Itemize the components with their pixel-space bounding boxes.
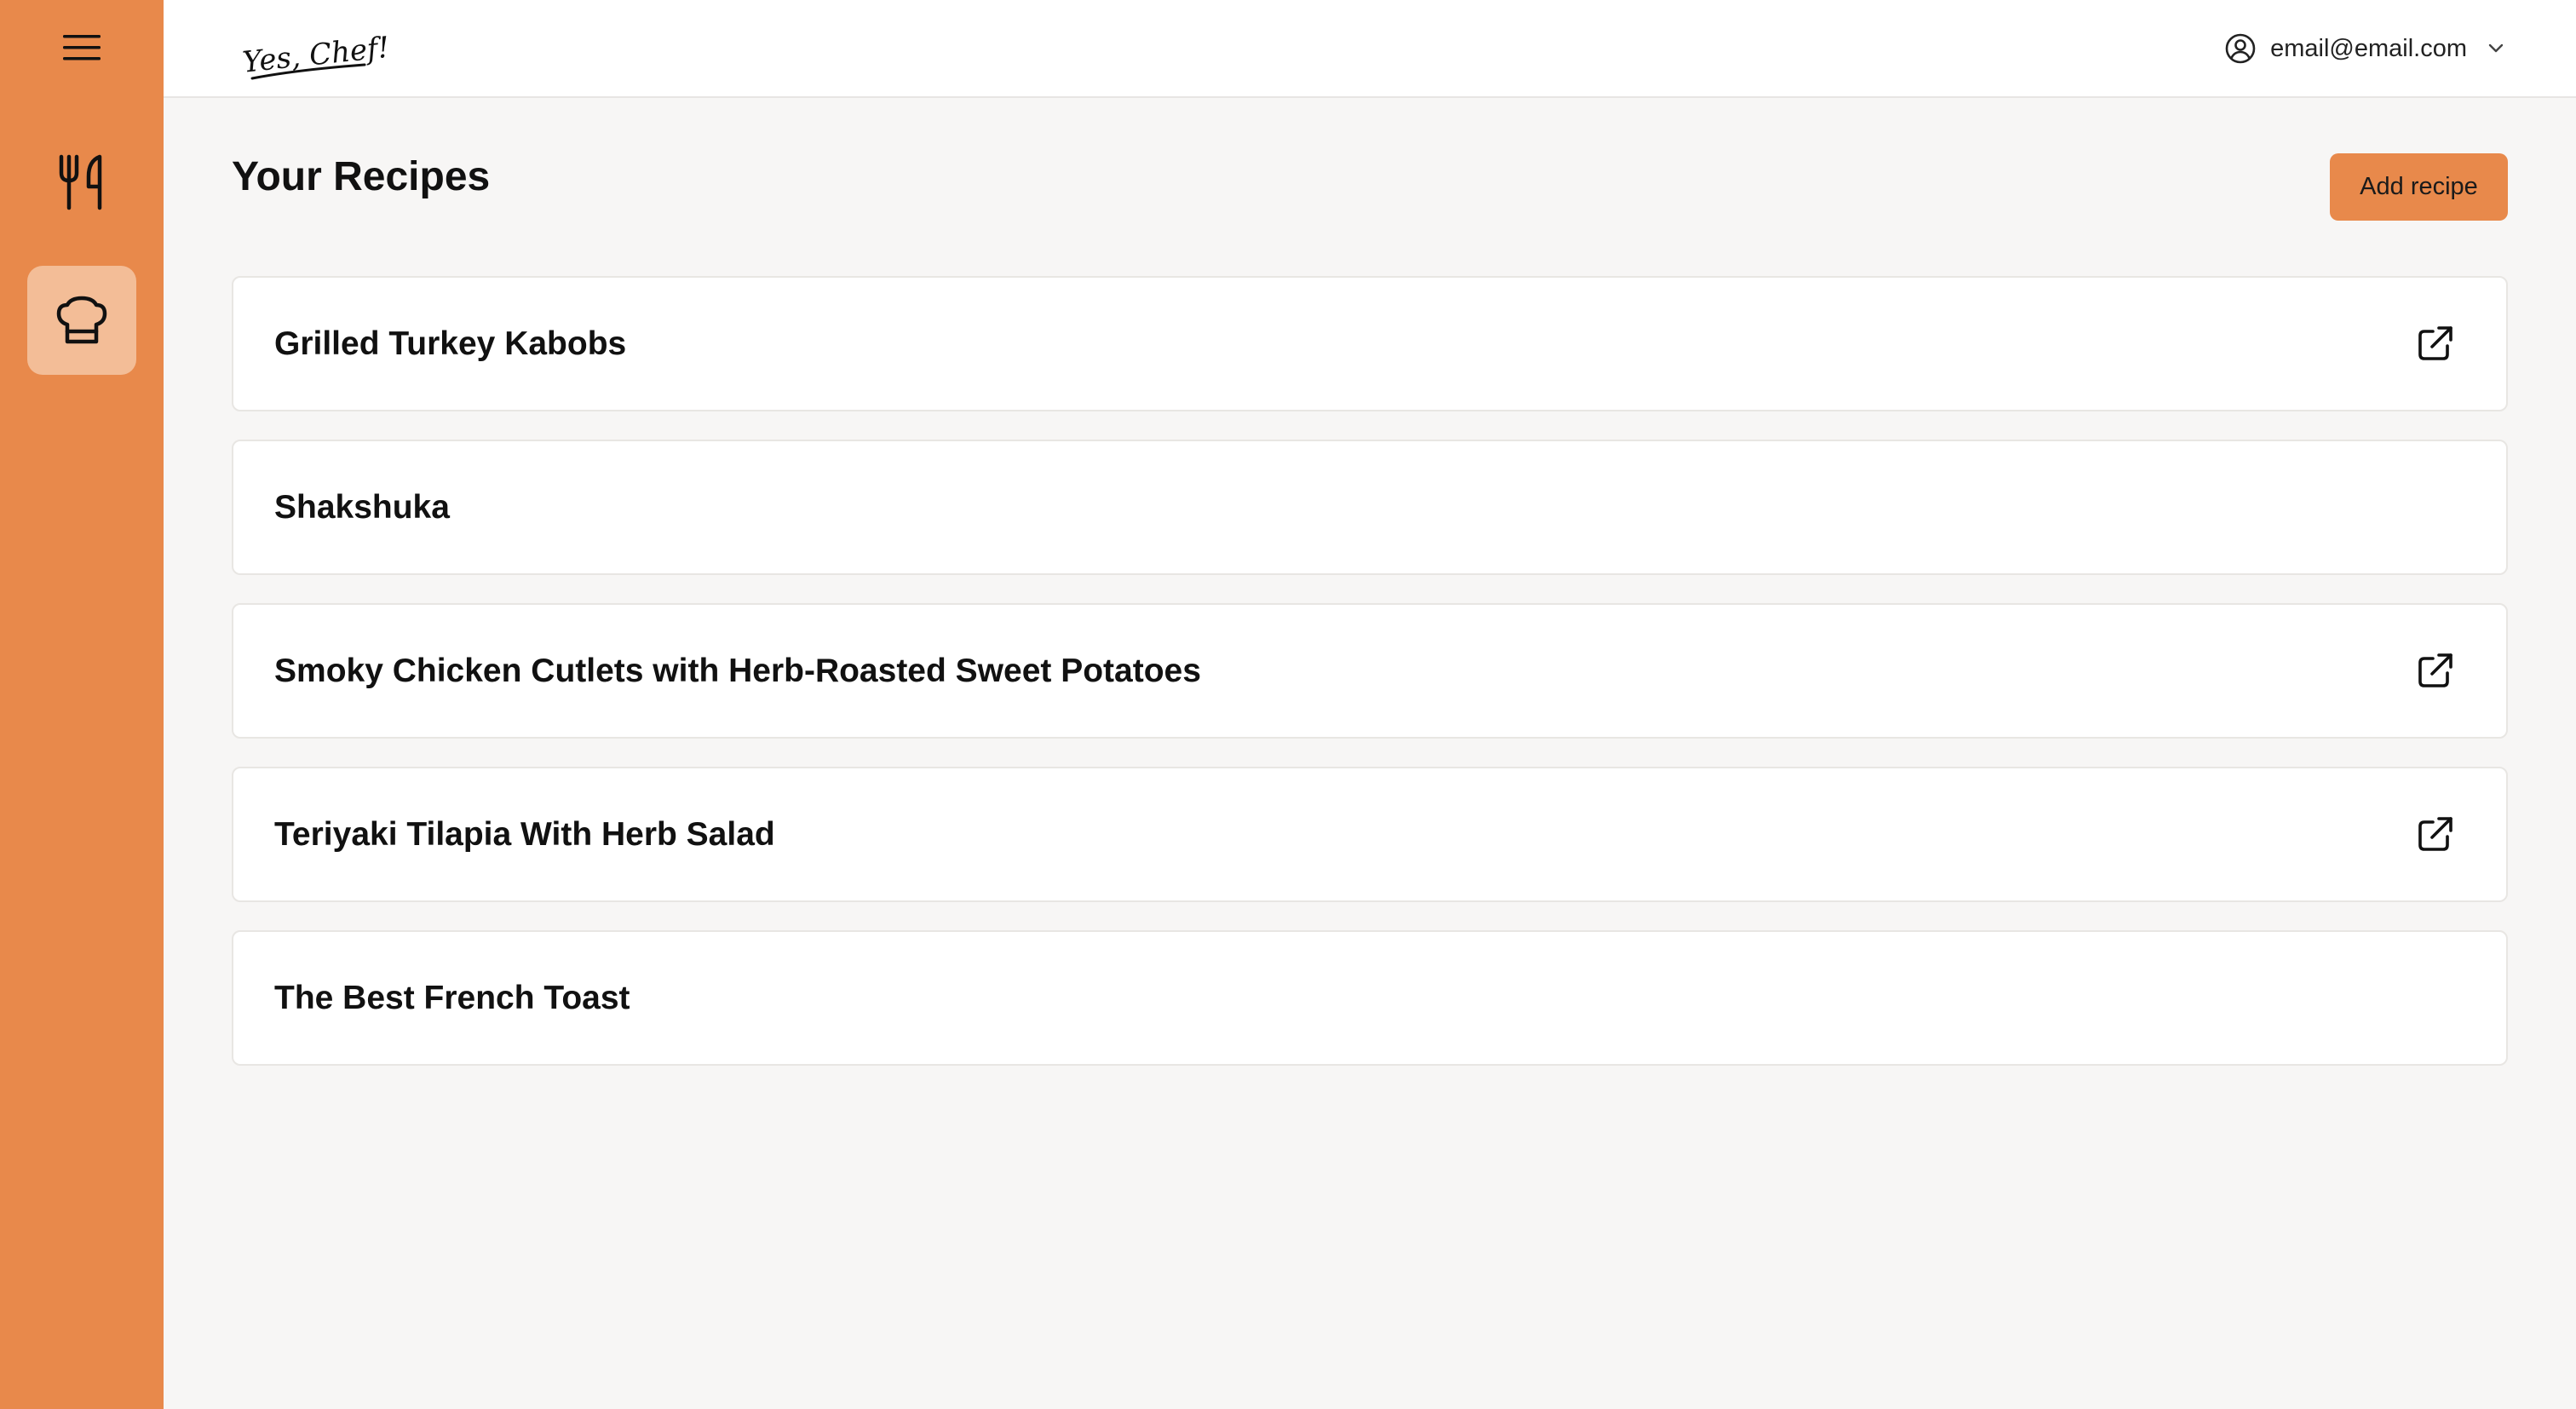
top-bar: Yes, Chef! email@email.com	[164, 0, 2576, 98]
user-email: email@email.com	[2270, 34, 2467, 62]
external-link-icon[interactable]	[2414, 324, 2455, 365]
app-logo[interactable]: Yes, Chef!	[237, 17, 391, 85]
sidebar-item-recipes[interactable]	[27, 128, 136, 237]
sidebar-item-chef[interactable]	[27, 266, 136, 375]
hamburger-menu-icon	[63, 35, 101, 60]
menu-button[interactable]	[52, 26, 112, 69]
user-menu[interactable]: email@email.com	[2224, 26, 2506, 72]
recipe-title: Shakshuka	[274, 488, 450, 526]
recipe-title: Grilled Turkey Kabobs	[274, 325, 627, 362]
fork-knife-icon	[59, 154, 102, 210]
recipe-card[interactable]: Smoky Chicken Cutlets with Herb-Roasted …	[232, 603, 2508, 739]
recipe-card[interactable]: Teriyaki Tilapia With Herb Salad	[232, 767, 2508, 902]
recipe-card[interactable]: Shakshuka	[232, 440, 2508, 575]
recipe-card[interactable]: Grilled Turkey Kabobs	[232, 276, 2508, 411]
recipe-title: The Best French Toast	[274, 979, 630, 1016]
recipe-title: Teriyaki Tilapia With Herb Salad	[274, 815, 775, 853]
sidebar	[0, 0, 164, 1409]
chevron-down-icon	[2488, 43, 2504, 53]
recipe-title: Smoky Chicken Cutlets with Herb-Roasted …	[274, 652, 1201, 689]
app-logo-text: Yes, Chef!	[241, 31, 390, 80]
add-recipe-button[interactable]: Add recipe	[2330, 153, 2508, 221]
external-link-icon[interactable]	[2414, 651, 2455, 692]
recipe-list: Grilled Turkey Kabobs Shakshuka Smoky Ch…	[232, 276, 2508, 1094]
chef-hat-icon	[56, 296, 107, 344]
page-title: Your Recipes	[232, 154, 491, 199]
external-link-icon[interactable]	[2414, 814, 2455, 855]
recipe-card[interactable]: The Best French Toast	[232, 930, 2508, 1066]
user-circle-icon	[2225, 33, 2256, 64]
